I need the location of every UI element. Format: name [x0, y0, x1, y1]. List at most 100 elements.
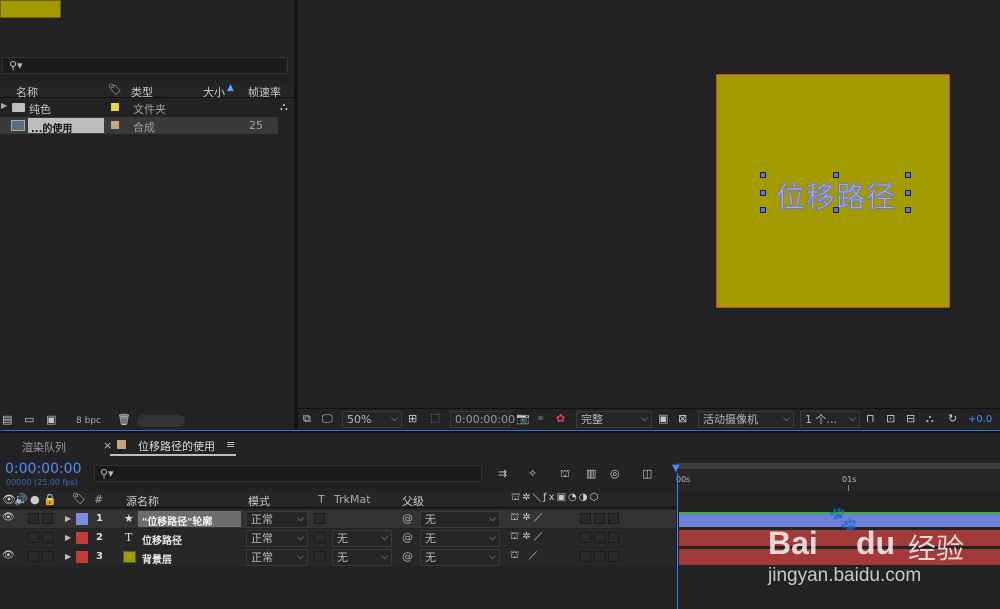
label-color-swatch[interactable]	[111, 103, 119, 111]
always-preview-icon[interactable]: ⧉	[303, 412, 311, 426]
lock-toggle[interactable]	[42, 532, 53, 543]
col-mode[interactable]: 模式	[248, 493, 270, 509]
switch-box[interactable]	[594, 532, 605, 543]
layer-row-2[interactable]: ▶ 2 T 位移路径 正常 ⌵ 无 ⌵ @ 无 ⌵ ⛫ ✲ ⟋	[0, 529, 676, 547]
solo-toggle[interactable]	[28, 513, 39, 524]
col-name[interactable]: 名称	[16, 84, 38, 100]
trash-icon[interactable]: 🗑	[117, 413, 131, 427]
tab-render-queue[interactable]: 渲染队列	[22, 439, 66, 455]
expand-arrow-icon[interactable]: ▶	[1, 101, 7, 110]
playhead-icon[interactable]: ▼	[672, 463, 680, 474]
label-color-swatch[interactable]	[111, 121, 119, 129]
views-select[interactable]: 1 个... ⌵	[800, 411, 860, 428]
switch-box[interactable]	[608, 513, 619, 524]
time-ruler[interactable]: 00s 01s	[676, 461, 1000, 491]
label-tag-icon[interactable]: 🏷	[72, 492, 86, 505]
layer-color-swatch[interactable]	[76, 513, 88, 525]
text-layer-bounds[interactable]: 位移路径	[760, 172, 911, 215]
pickwhip-icon[interactable]: @	[402, 531, 413, 544]
label-tag-icon[interactable]: 🏷	[108, 83, 122, 96]
grid-guides-icon[interactable]: ⊞	[408, 412, 417, 426]
solo-toggle[interactable]	[28, 551, 39, 562]
timeline-icon[interactable]: ⊟	[906, 412, 915, 426]
lock-toggle[interactable]	[42, 513, 53, 524]
switch-box[interactable]	[594, 513, 605, 524]
interpret-footage-icon[interactable]: ▤	[2, 413, 12, 427]
comp-mini-flowchart-icon[interactable]: ⇉	[498, 467, 507, 481]
pickwhip-icon[interactable]: @	[402, 550, 413, 563]
mask-visibility-icon[interactable]: ⬚	[430, 411, 440, 425]
draft-3d-icon[interactable]: ✧	[528, 467, 537, 481]
mode-select[interactable]: 正常 ⌵	[246, 549, 308, 566]
project-item-comp[interactable]: ...的使用 合成 25	[0, 117, 278, 135]
col-type[interactable]: 类型	[131, 84, 153, 100]
layer-search-input[interactable]: ⚲▾	[94, 465, 482, 482]
expand-arrow-icon[interactable]: ▶	[65, 514, 71, 523]
tab-menu-icon[interactable]: ≡	[226, 438, 235, 451]
layer-switches[interactable]: ⛫ ✲ ⟋	[510, 531, 543, 544]
zoom-select[interactable]: 50% ⌵	[342, 411, 402, 428]
mode-select[interactable]: 正常 ⌵	[246, 511, 308, 528]
layer-switches[interactable]: ⛫ ⟋	[510, 550, 537, 563]
handle-tm[interactable]	[833, 172, 839, 178]
reset-exposure-icon[interactable]: ↻	[948, 412, 957, 426]
work-area-bar[interactable]	[676, 463, 1000, 469]
lock-toggle[interactable]	[42, 551, 53, 562]
fast-preview-icon[interactable]: ⊡	[886, 412, 895, 426]
layer-name[interactable]: 背景层	[142, 551, 172, 566]
preserve-transparency-toggle[interactable]	[314, 551, 325, 562]
timeline-timecode[interactable]: 0:00:00:00	[5, 461, 82, 477]
layer-name[interactable]: "位移路径"轮廓	[142, 513, 212, 528]
switch-box[interactable]	[608, 532, 619, 543]
expand-arrow-icon[interactable]: ▶	[65, 552, 71, 561]
handle-tr[interactable]	[905, 172, 911, 178]
layer-row-1[interactable]: 👁 ▶ 1 ★ "位移路径"轮廓 正常 ⌵ @ 无 ⌵ ⛫ ✲ ⟋	[0, 510, 676, 528]
frame-blending-icon[interactable]: ▥	[586, 467, 596, 481]
col-source-name[interactable]: 源名称	[126, 493, 159, 509]
channel-rgb-icon[interactable]: ✿	[556, 412, 565, 426]
new-folder-icon[interactable]: ▭	[24, 413, 34, 427]
switch-box[interactable]	[580, 513, 591, 524]
parent-select[interactable]: 无 ⌵	[420, 549, 500, 566]
layer-name[interactable]: 位移路径	[142, 532, 182, 547]
col-parent[interactable]: 父级	[402, 493, 424, 509]
show-snapshot-icon[interactable]: ⚭	[536, 412, 545, 426]
exposure-value[interactable]: +0.0	[968, 414, 992, 425]
thumbnail-slider[interactable]	[137, 415, 185, 427]
flowchart-icon[interactable]: ⛬	[926, 412, 934, 426]
layer-switches[interactable]: ⛫ ✲ ⟋	[510, 512, 543, 525]
handle-bl[interactable]	[760, 207, 766, 213]
transparency-grid-icon[interactable]: ⊠	[678, 412, 687, 426]
lock-icon[interactable]: 🔒	[43, 493, 57, 506]
switch-box[interactable]	[580, 551, 591, 562]
visibility-eye-icon[interactable]: 👁	[2, 550, 15, 561]
solo-icon[interactable]: ●	[30, 493, 40, 506]
tab-close-icon[interactable]: ×	[103, 439, 112, 452]
switches-icons[interactable]: ⛫✲⟍ƒx▣◔◑⬡	[511, 492, 600, 505]
col-size[interactable]: 大小	[203, 84, 225, 100]
solo-toggle[interactable]	[28, 532, 39, 543]
switch-box[interactable]	[608, 551, 619, 562]
region-of-interest-icon[interactable]: ▣	[658, 412, 668, 426]
handle-bm[interactable]	[833, 207, 839, 213]
preserve-transparency-toggle[interactable]	[314, 513, 325, 524]
camera-select[interactable]: 活动摄像机 ⌵	[698, 411, 794, 428]
flowchart-icon[interactable]: ⛬	[280, 100, 288, 114]
playhead-line[interactable]	[677, 473, 678, 609]
layer-color-swatch[interactable]	[76, 551, 88, 563]
handle-br[interactable]	[905, 207, 911, 213]
shy-layers-icon[interactable]: ⛫	[560, 467, 570, 481]
snapshot-camera-icon[interactable]: 📷	[516, 412, 530, 426]
new-comp-icon[interactable]: ▣	[46, 413, 56, 427]
pickwhip-icon[interactable]: @	[402, 512, 413, 525]
visibility-eye-icon[interactable]: 👁	[2, 512, 15, 523]
trkmat-select[interactable]: 无 ⌵	[332, 530, 392, 547]
preserve-transparency-toggle[interactable]	[314, 532, 325, 543]
audio-icon[interactable]: 🔊	[14, 493, 28, 506]
motion-blur-icon[interactable]: ◎	[610, 467, 620, 481]
parent-select[interactable]: 无 ⌵	[420, 530, 500, 547]
handle-ml[interactable]	[760, 190, 766, 196]
current-time-field[interactable]: 0:00:00:00	[450, 411, 515, 428]
toggle-pixel-aspect-icon[interactable]: ⊓	[866, 412, 875, 426]
switch-box[interactable]	[580, 532, 591, 543]
